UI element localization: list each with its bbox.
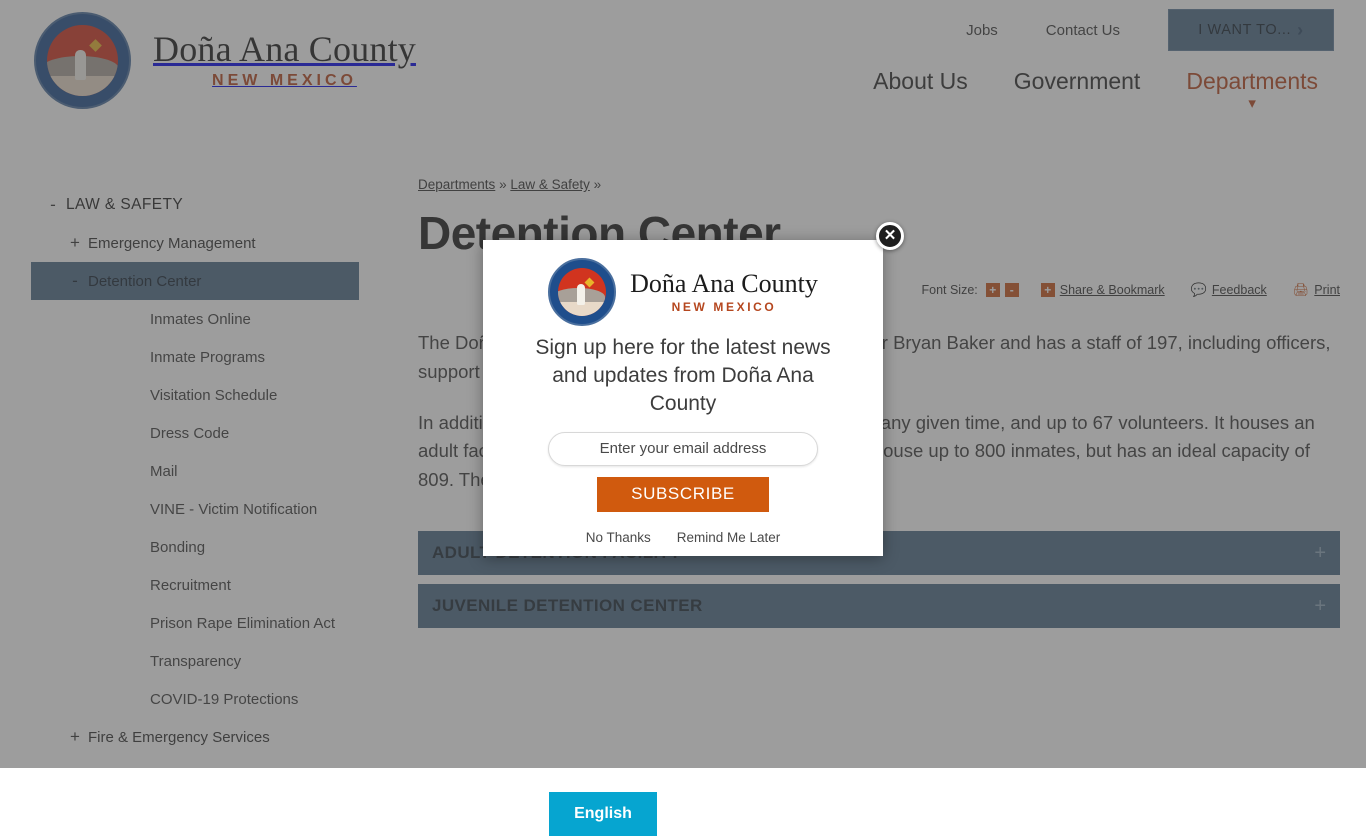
email-input[interactable] [548, 432, 818, 466]
language-button[interactable]: English [549, 792, 657, 836]
modal-logo-subtitle: NEW MEXICO [630, 300, 818, 314]
modal-wordmark: Doña Ana County NEW MEXICO [630, 270, 818, 313]
close-icon[interactable]: ✕ [876, 222, 904, 250]
modal-headline: Sign up here for the latest news and upd… [525, 334, 841, 418]
modal-secondary-links: No Thanks Remind Me Later [517, 530, 849, 545]
modal-logo: Doña Ana County NEW MEXICO [517, 258, 849, 326]
newsletter-signup-modal: ✕ Doña Ana County NEW MEXICO Sign up her… [483, 240, 883, 556]
subscribe-button[interactable]: SUBSCRIBE [597, 477, 769, 512]
remind-me-later-link[interactable]: Remind Me Later [677, 530, 781, 545]
county-seal-icon [548, 258, 616, 326]
modal-logo-title: Doña Ana County [630, 270, 818, 297]
no-thanks-link[interactable]: No Thanks [586, 530, 651, 545]
